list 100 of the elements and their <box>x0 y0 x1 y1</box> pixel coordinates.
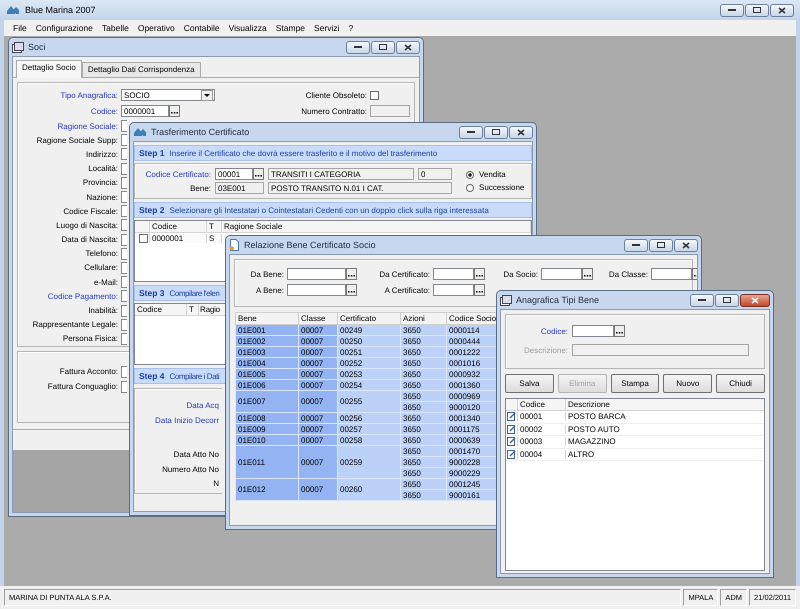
minimize-button[interactable] <box>346 40 370 54</box>
input-field[interactable] <box>651 268 692 280</box>
description-field: TRANSITI I CATEGORIA <box>268 168 414 180</box>
minimize-icon <box>632 244 640 246</box>
input-field[interactable] <box>121 191 127 204</box>
close-button[interactable] <box>674 238 698 252</box>
action-button[interactable]: Nuovo <box>663 374 712 393</box>
input-field[interactable] <box>121 120 127 132</box>
close-button[interactable] <box>770 4 794 16</box>
table-cell-text: POSTO AUTO <box>567 424 621 434</box>
edit-icon[interactable] <box>507 450 516 459</box>
input-field[interactable] <box>121 248 127 260</box>
close-button[interactable] <box>509 126 533 138</box>
input-field[interactable] <box>541 268 582 280</box>
field-label: Fattura Conguaglio: <box>46 381 118 393</box>
menu-item[interactable]: Operativo <box>138 22 175 34</box>
browse-button[interactable] <box>582 268 593 280</box>
radio-option[interactable]: Successione <box>466 183 524 192</box>
input-field[interactable] <box>121 148 127 160</box>
field-label: Codice Pagamento: <box>46 290 118 303</box>
table-cell: 01E012 <box>236 478 298 500</box>
menu-item[interactable]: Configurazione <box>36 22 93 34</box>
maximize-button[interactable] <box>715 294 739 306</box>
input-field[interactable] <box>121 219 127 232</box>
browse-button[interactable] <box>474 284 485 296</box>
maximize-button[interactable] <box>484 126 508 138</box>
input-field[interactable]: 0000001 <box>121 105 169 117</box>
table-cell: 00257 <box>338 424 400 434</box>
input-field[interactable] <box>121 290 127 302</box>
menu-item[interactable]: Stampe <box>276 22 306 34</box>
field-label: Numero Contratto: <box>300 106 367 118</box>
field-label: Codice: <box>90 106 118 118</box>
radio-option[interactable]: Vendita <box>466 170 524 179</box>
menu-item[interactable]: Contabile <box>184 22 220 34</box>
action-button[interactable]: Salva <box>505 374 554 393</box>
field-label: Da Classe: <box>608 270 648 278</box>
browse-button[interactable] <box>253 168 264 180</box>
input-field[interactable] <box>121 366 127 378</box>
input-field[interactable] <box>121 276 127 288</box>
menu-item[interactable]: Visualizza <box>228 22 267 34</box>
browse-button[interactable] <box>346 284 357 296</box>
table-cell: 3650 <box>400 390 446 402</box>
browse-button[interactable] <box>346 268 357 280</box>
dropdown[interactable]: SOCIO <box>121 89 215 101</box>
input-field[interactable] <box>121 234 127 246</box>
input-field[interactable] <box>121 318 127 331</box>
input-field[interactable] <box>121 304 127 317</box>
input-field[interactable] <box>287 268 346 280</box>
close-icon <box>682 242 690 248</box>
input-field[interactable] <box>121 205 127 218</box>
table-cell: 3650 <box>400 368 446 380</box>
menu-item[interactable]: File <box>13 22 27 34</box>
maximize-button[interactable] <box>745 4 769 16</box>
input-field[interactable] <box>121 332 127 345</box>
tab[interactable]: Dettaglio Dati Corrispondenza <box>82 62 201 77</box>
input-field[interactable] <box>370 105 410 117</box>
table-cell: 00002 <box>518 424 566 434</box>
browse-button[interactable] <box>474 268 485 280</box>
column-header: Azioni <box>400 312 446 324</box>
input-field[interactable] <box>121 262 127 274</box>
radio-button[interactable] <box>466 170 474 178</box>
input-field[interactable] <box>121 380 127 392</box>
checkbox[interactable] <box>138 234 148 243</box>
input-field[interactable] <box>572 325 614 337</box>
field-label: Ragione Sociale Supp: <box>36 134 118 147</box>
menu-item[interactable]: ? <box>348 22 354 34</box>
field-label: Telefono: <box>84 248 118 260</box>
action-button[interactable]: Chiudi <box>716 374 765 393</box>
input-field[interactable] <box>433 284 474 296</box>
close-button[interactable] <box>740 294 770 306</box>
input-field[interactable] <box>121 134 127 146</box>
input-field[interactable]: 00001 <box>215 168 253 180</box>
input-field[interactable] <box>287 284 346 296</box>
close-button[interactable] <box>396 40 420 54</box>
table-cell: 01E006 <box>236 380 298 390</box>
menu-item[interactable]: Tabelle <box>102 22 129 34</box>
edit-icon[interactable] <box>507 437 516 446</box>
maximize-button[interactable] <box>371 40 395 54</box>
checkbox[interactable] <box>370 90 379 100</box>
menu-item[interactable]: Servizi <box>314 22 340 34</box>
minimize-button[interactable] <box>459 126 483 138</box>
edit-icon[interactable] <box>507 424 516 434</box>
browse-button[interactable] <box>169 105 180 117</box>
input-field[interactable] <box>433 268 474 280</box>
radio-button[interactable] <box>466 184 474 192</box>
tab[interactable]: Dettaglio Socio <box>16 60 82 78</box>
table-cell: 3650 <box>400 478 446 490</box>
edit-icon[interactable] <box>507 412 516 422</box>
input-field[interactable] <box>121 176 127 189</box>
maximize-button[interactable] <box>649 238 673 252</box>
table-cell: 01E007 <box>236 390 298 412</box>
field-label: Tipo Anagrafica: <box>59 90 118 102</box>
input-field[interactable] <box>121 162 127 175</box>
minimize-button[interactable] <box>690 294 714 306</box>
action-button[interactable]: Stampa <box>610 374 660 393</box>
field-label: Codice: <box>540 326 568 337</box>
browse-button[interactable] <box>614 325 625 337</box>
table-cell: 3650 <box>400 324 446 336</box>
minimize-button[interactable] <box>624 238 648 252</box>
minimize-button[interactable] <box>720 4 744 16</box>
